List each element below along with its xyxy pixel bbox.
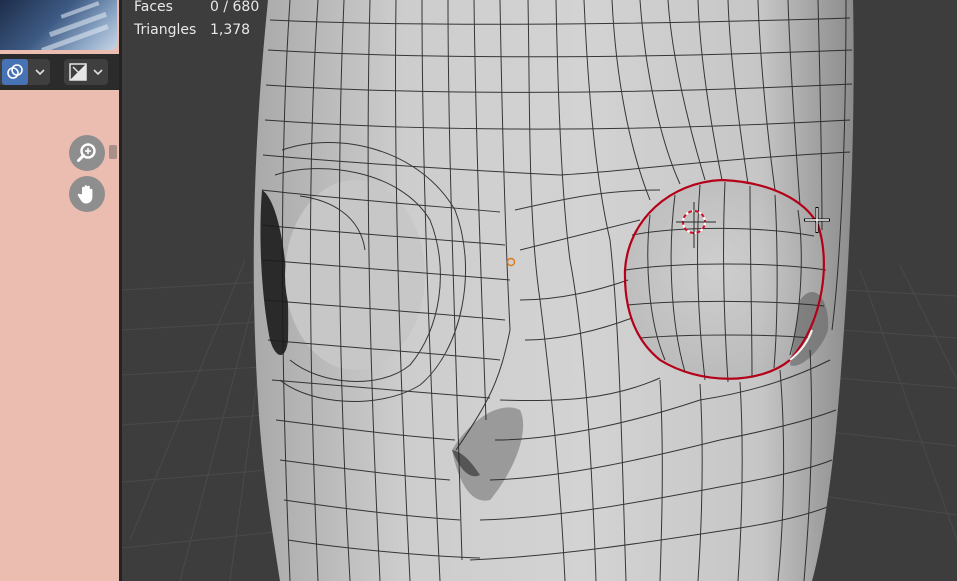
- faces-value: 0 / 680: [210, 0, 260, 15]
- faces-label: Faces: [134, 0, 173, 15]
- pan-view-button[interactable]: [69, 176, 105, 212]
- viewport-overlays-button[interactable]: [0, 59, 50, 85]
- zoom-view-button[interactable]: [69, 135, 105, 171]
- hand-pan-icon: [75, 182, 99, 206]
- navigation-gizmo-handle[interactable]: [109, 145, 117, 159]
- left-side-panel: [0, 0, 119, 581]
- zoom-magnifier-icon: [75, 141, 99, 165]
- chevron-down-icon[interactable]: [34, 66, 46, 78]
- triangles-label: Triangles: [134, 22, 197, 38]
- triangles-value: 1,378: [210, 22, 251, 38]
- overlay-circles-icon: [2, 59, 28, 85]
- xray-toggle-icon: [68, 62, 90, 82]
- viewport-header-toolbar: [0, 54, 119, 90]
- chevron-down-icon[interactable]: [92, 66, 104, 78]
- xray-toggle-button[interactable]: [64, 59, 108, 85]
- reference-image-thumbnail[interactable]: [0, 0, 117, 50]
- viewport-canvas[interactable]: [122, 0, 957, 581]
- 3d-viewport[interactable]: [122, 0, 957, 581]
